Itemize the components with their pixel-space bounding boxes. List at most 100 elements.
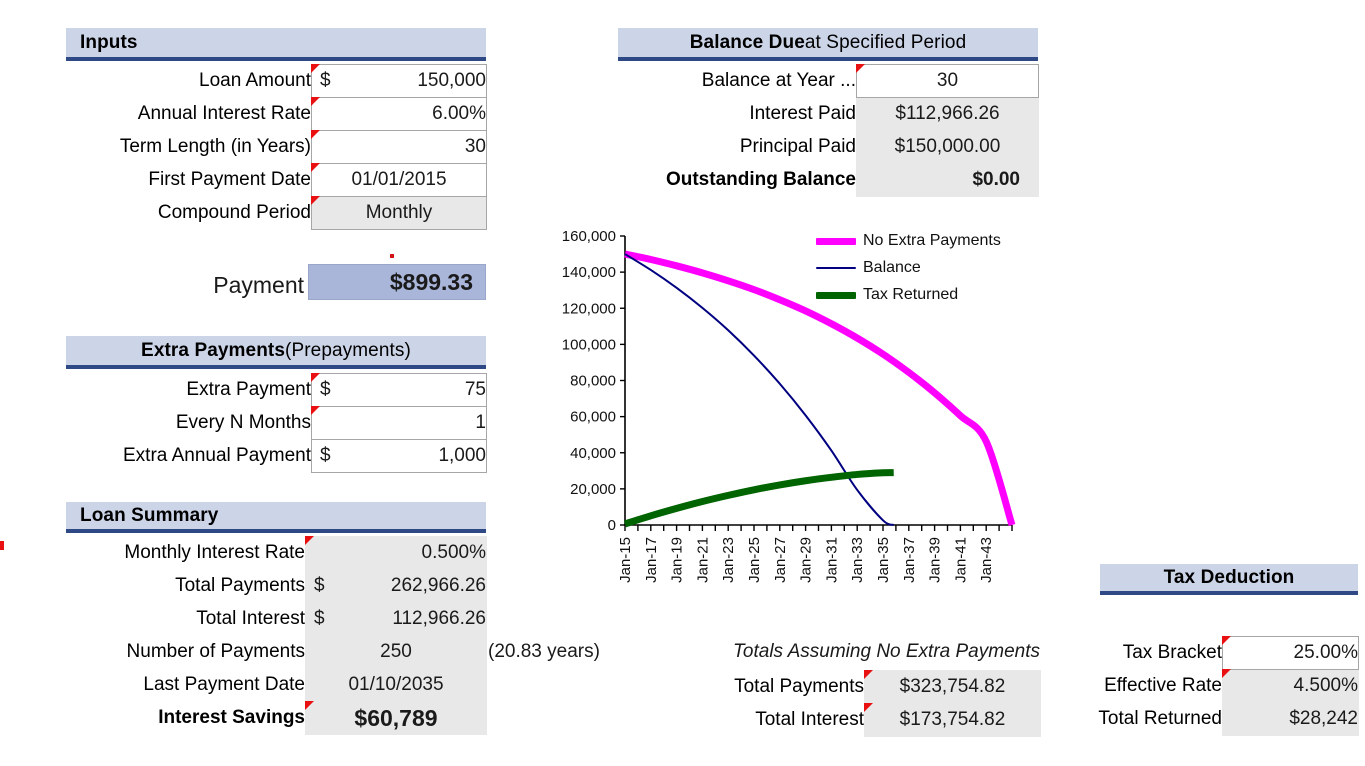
table-row: Total Payments $ 262,966.26 (66, 569, 487, 603)
inputs-title: Inputs (80, 31, 138, 53)
comment-marker-icon (311, 97, 320, 106)
tax-cell-total-returned: $28,242 (1222, 702, 1359, 736)
table-row: Total Interest $173,754.82 (646, 703, 1041, 737)
table-row: Extra Payment $ 75 (66, 373, 487, 407)
summary-value-total-interest: 112,966.26 (392, 608, 486, 629)
svg-text:Jan-31: Jan-31 (823, 537, 840, 583)
balance-due-title: Balance Due (689, 31, 805, 53)
input-value-compound-period: Monthly (365, 202, 433, 223)
summary-label-total-interest: Total Interest (196, 608, 305, 629)
tax-value-effective-rate: 4.500% (1293, 675, 1358, 696)
totals-value-total-interest: $173,754.82 (899, 709, 1006, 730)
extra-payments-table: Extra Payment $ 75 Every N Months 1 Extr… (66, 373, 487, 473)
summary-label-number-of-payments: Number of Payments (126, 641, 305, 662)
comment-marker-icon (311, 130, 320, 139)
extra-payments-section-header: Extra Payments (Prepayments) (66, 336, 486, 369)
svg-text:20,000: 20,000 (570, 481, 616, 498)
summary-value-number-of-payments: 250 (380, 641, 412, 662)
table-row: Compound Period Monthly (66, 196, 487, 230)
totals-label-total-interest: Total Interest (755, 709, 864, 730)
table-row: Interest Savings $60,789 (66, 701, 487, 735)
summary-label-interest-savings: Interest Savings (158, 707, 305, 728)
svg-text:60,000: 60,000 (570, 409, 616, 426)
extra-value-every-n-months: 1 (475, 412, 486, 433)
comment-marker-icon (311, 406, 320, 415)
input-label-first-payment-date: First Payment Date (148, 169, 311, 190)
offscreen-comment-marker-icon (0, 541, 4, 550)
extra-label-every-n-months: Every N Months (175, 412, 311, 433)
legend-item-tax-returned: Tax Returned (816, 286, 1001, 304)
input-cell-annual-interest-rate[interactable]: 6.00% (311, 97, 487, 131)
svg-text:160,000: 160,000 (562, 230, 616, 245)
legend-label-tax-returned: Tax Returned (863, 286, 959, 303)
tax-deduction-section-header: Tax Deduction (1100, 564, 1358, 595)
input-label-loan-amount: Loan Amount (199, 70, 311, 91)
table-row: First Payment Date 01/01/2015 (66, 163, 487, 197)
summary-cell-total-payments: $ 262,966.26 (305, 569, 487, 603)
table-row: Term Length (in Years) 30 (66, 130, 487, 164)
input-label-compound-period: Compound Period (157, 202, 311, 223)
summary-cell-interest-savings: $60,789 (305, 701, 487, 735)
summary-label-monthly-interest-rate: Monthly Interest Rate (124, 542, 305, 563)
tax-cell-tax-bracket[interactable]: 25.00% (1222, 636, 1359, 670)
table-row: Loan Amount $ 150,000 (66, 64, 487, 98)
tax-deduction-title: Tax Deduction (1163, 566, 1295, 588)
balance-cell-outstanding-balance: $0.00 (856, 163, 1039, 197)
comment-marker-icon (311, 196, 320, 205)
extra-payments-title: Extra Payments (141, 339, 286, 361)
extra-value-extra-payment: 75 (464, 379, 486, 400)
table-row: Balance at Year ... 30 (618, 64, 1039, 98)
loan-term-years-note: (20.83 years) (488, 641, 600, 662)
comment-marker-icon (305, 536, 314, 545)
extra-label-extra-payment: Extra Payment (186, 379, 311, 400)
input-cell-first-payment-date[interactable]: 01/01/2015 (311, 163, 487, 197)
legend-swatch-balance (816, 267, 856, 269)
svg-text:Jan-37: Jan-37 (901, 537, 918, 583)
svg-text:40,000: 40,000 (570, 445, 616, 462)
balance-cell-balance-at-year[interactable]: 30 (856, 64, 1039, 98)
balance-value-interest-paid: $112,966.26 (895, 103, 1000, 124)
payment-value: $899.33 (389, 268, 473, 295)
svg-text:140,000: 140,000 (562, 264, 616, 281)
payment-label: Payment (213, 272, 304, 298)
svg-text:Jan-15: Jan-15 (617, 537, 634, 583)
extra-cell-every-n-months[interactable]: 1 (311, 406, 487, 440)
currency-symbol: $ (314, 575, 325, 596)
extra-value-extra-annual-payment: 1,000 (438, 445, 486, 466)
inputs-table: Loan Amount $ 150,000 Annual Interest Ra… (66, 64, 487, 230)
input-value-loan-amount: 150,000 (417, 70, 486, 91)
currency-symbol: $ (320, 379, 331, 400)
summary-label-total-payments: Total Payments (175, 575, 305, 596)
legend-item-balance: Balance (816, 259, 1001, 277)
comment-marker-icon (305, 701, 314, 710)
extra-cell-extra-payment[interactable]: $ 75 (311, 373, 487, 407)
balance-label-principal-paid: Principal Paid (739, 136, 856, 157)
input-cell-loan-amount[interactable]: $ 150,000 (311, 64, 487, 98)
table-row: Every N Months 1 (66, 406, 487, 440)
extra-cell-extra-annual-payment[interactable]: $ 1,000 (311, 439, 487, 473)
currency-symbol: $ (320, 445, 331, 466)
comment-marker-icon (311, 373, 320, 382)
loan-summary-section-header: Loan Summary (66, 502, 486, 533)
input-label-term-length: Term Length (in Years) (119, 136, 311, 157)
balance-due-section-header: Balance Due at Specified Period (618, 28, 1038, 61)
svg-text:Jan-27: Jan-27 (772, 537, 789, 583)
svg-text:Jan-39: Jan-39 (927, 537, 944, 583)
table-row: Effective Rate 4.500% (1092, 669, 1359, 703)
comment-marker-icon (1222, 636, 1231, 645)
tax-value-tax-bracket: 25.00% (1293, 642, 1358, 663)
totals-no-extra-title: Totals Assuming No Extra Payments (733, 641, 1040, 662)
svg-text:0: 0 (608, 517, 616, 534)
svg-text:80,000: 80,000 (570, 373, 616, 390)
legend-label-balance: Balance (863, 259, 921, 276)
tax-deduction-table: Tax Bracket 25.00% Effective Rate 4.500%… (1092, 636, 1359, 736)
extra-payments-subtitle: (Prepayments) (285, 339, 411, 361)
svg-text:Jan-21: Jan-21 (694, 537, 711, 583)
table-row: Interest Paid $112,966.26 (618, 97, 1039, 131)
input-cell-compound-period[interactable]: Monthly (311, 196, 487, 230)
totals-no-extra-table: Total Payments $323,754.82 Total Interes… (646, 670, 1041, 737)
loan-summary-title: Loan Summary (80, 504, 219, 526)
balance-cell-interest-paid: $112,966.26 (856, 97, 1039, 131)
tax-cell-effective-rate: 4.500% (1222, 669, 1359, 703)
input-cell-term-length[interactable]: 30 (311, 130, 487, 164)
